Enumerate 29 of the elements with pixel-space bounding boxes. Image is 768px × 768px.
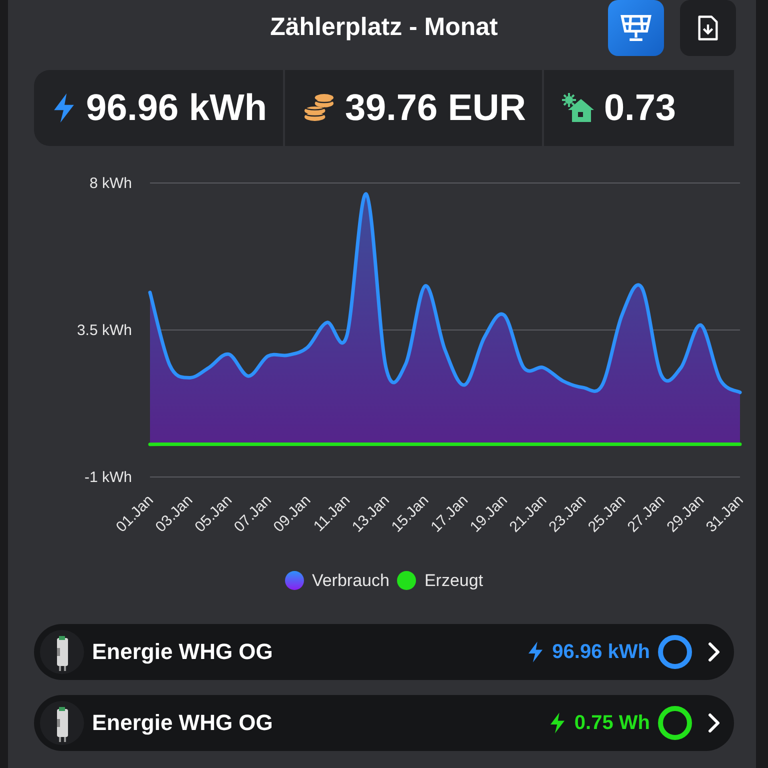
stat-value: 39.76 EUR — [344, 86, 526, 130]
export-button[interactable] — [680, 0, 736, 56]
progress-ring — [658, 634, 692, 668]
lightning-icon — [52, 92, 76, 124]
legend-label: Verbrauch — [312, 570, 390, 592]
coins-icon — [302, 94, 335, 122]
meter-device-icon — [40, 700, 84, 744]
page-title: Zählerplatz - Monat — [270, 12, 498, 44]
solar-panel-icon — [619, 13, 653, 43]
meter-device-icon — [40, 630, 84, 674]
progress-ring — [658, 706, 692, 740]
meter-name: Energie WHG OG — [92, 709, 274, 737]
solar-view-button[interactable] — [608, 0, 664, 56]
stat-value: 0.73 — [604, 86, 676, 130]
y-tick-label: -1 kWh — [84, 469, 132, 486]
chevron-right-icon — [708, 642, 720, 662]
meter-row[interactable]: Energie WHG OG 96.96 kWh — [34, 624, 734, 680]
meter-row[interactable]: Energie WHG OG 0.75 Wh — [34, 694, 734, 750]
legend-label: Erzeugt — [424, 570, 484, 592]
house-gear-icon — [562, 93, 594, 123]
stat-value: 96.96 kWh — [86, 86, 267, 130]
meter-name: Energie WHG OG — [92, 638, 274, 666]
lightning-icon — [549, 710, 566, 734]
lightning-icon — [527, 640, 544, 664]
meter-value: 0.75 Wh — [574, 710, 650, 736]
y-tick-label: 3.5 kWh — [76, 322, 132, 339]
y-tick-label: 8 kWh — [89, 175, 132, 192]
chevron-right-icon — [708, 712, 720, 732]
meter-value: 96.96 kWh — [552, 640, 650, 664]
